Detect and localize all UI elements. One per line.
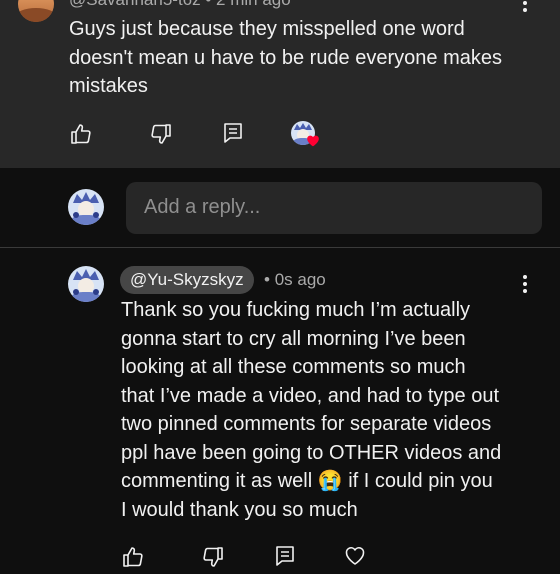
section-divider [0, 247, 560, 248]
creator-heart-badge [291, 121, 323, 149]
parent-comment-text: Guys just because they misspelled one wo… [69, 18, 502, 97]
reply-icon [276, 546, 294, 566]
heart-icon [345, 547, 365, 565]
reply-comment-meta: • 0s ago [264, 270, 326, 289]
reply-dislike-button[interactable] [201, 545, 225, 569]
dislike-icon [151, 124, 171, 144]
like-icon [71, 124, 91, 144]
current-user-avatar [68, 189, 104, 225]
dislike-icon [203, 547, 223, 567]
parent-more-options-button[interactable] [516, 0, 534, 16]
reply-author-avatar[interactable] [68, 266, 104, 302]
reply-reply-button[interactable] [273, 544, 297, 568]
heart-icon [307, 135, 319, 147]
reply-comment-time: 0s ago [274, 270, 326, 289]
parent-dislike-button[interactable] [149, 122, 173, 146]
reply-author-handle[interactable]: @Yu-Skyzskyz [120, 266, 254, 294]
reply-like-button[interactable] [121, 545, 145, 569]
reply-icon [224, 123, 242, 143]
add-reply-placeholder: Add a reply... [144, 196, 261, 218]
parent-comment-meta: @Savannah5-t6z • 2 min ago [69, 0, 291, 10]
reply-heart-button[interactable] [343, 544, 367, 568]
reply-more-options-button[interactable] [516, 275, 534, 297]
parent-author-handle[interactable]: @Savannah5-t6z [69, 0, 201, 9]
parent-like-button[interactable] [69, 122, 93, 146]
like-icon [123, 547, 143, 567]
reply-comment-text: Thank so you fucking much I’m actually g… [121, 299, 502, 521]
add-reply-input[interactable]: Add a reply... [126, 182, 542, 234]
parent-reply-button[interactable] [221, 121, 245, 145]
parent-comment-time: 2 min ago [216, 0, 291, 9]
